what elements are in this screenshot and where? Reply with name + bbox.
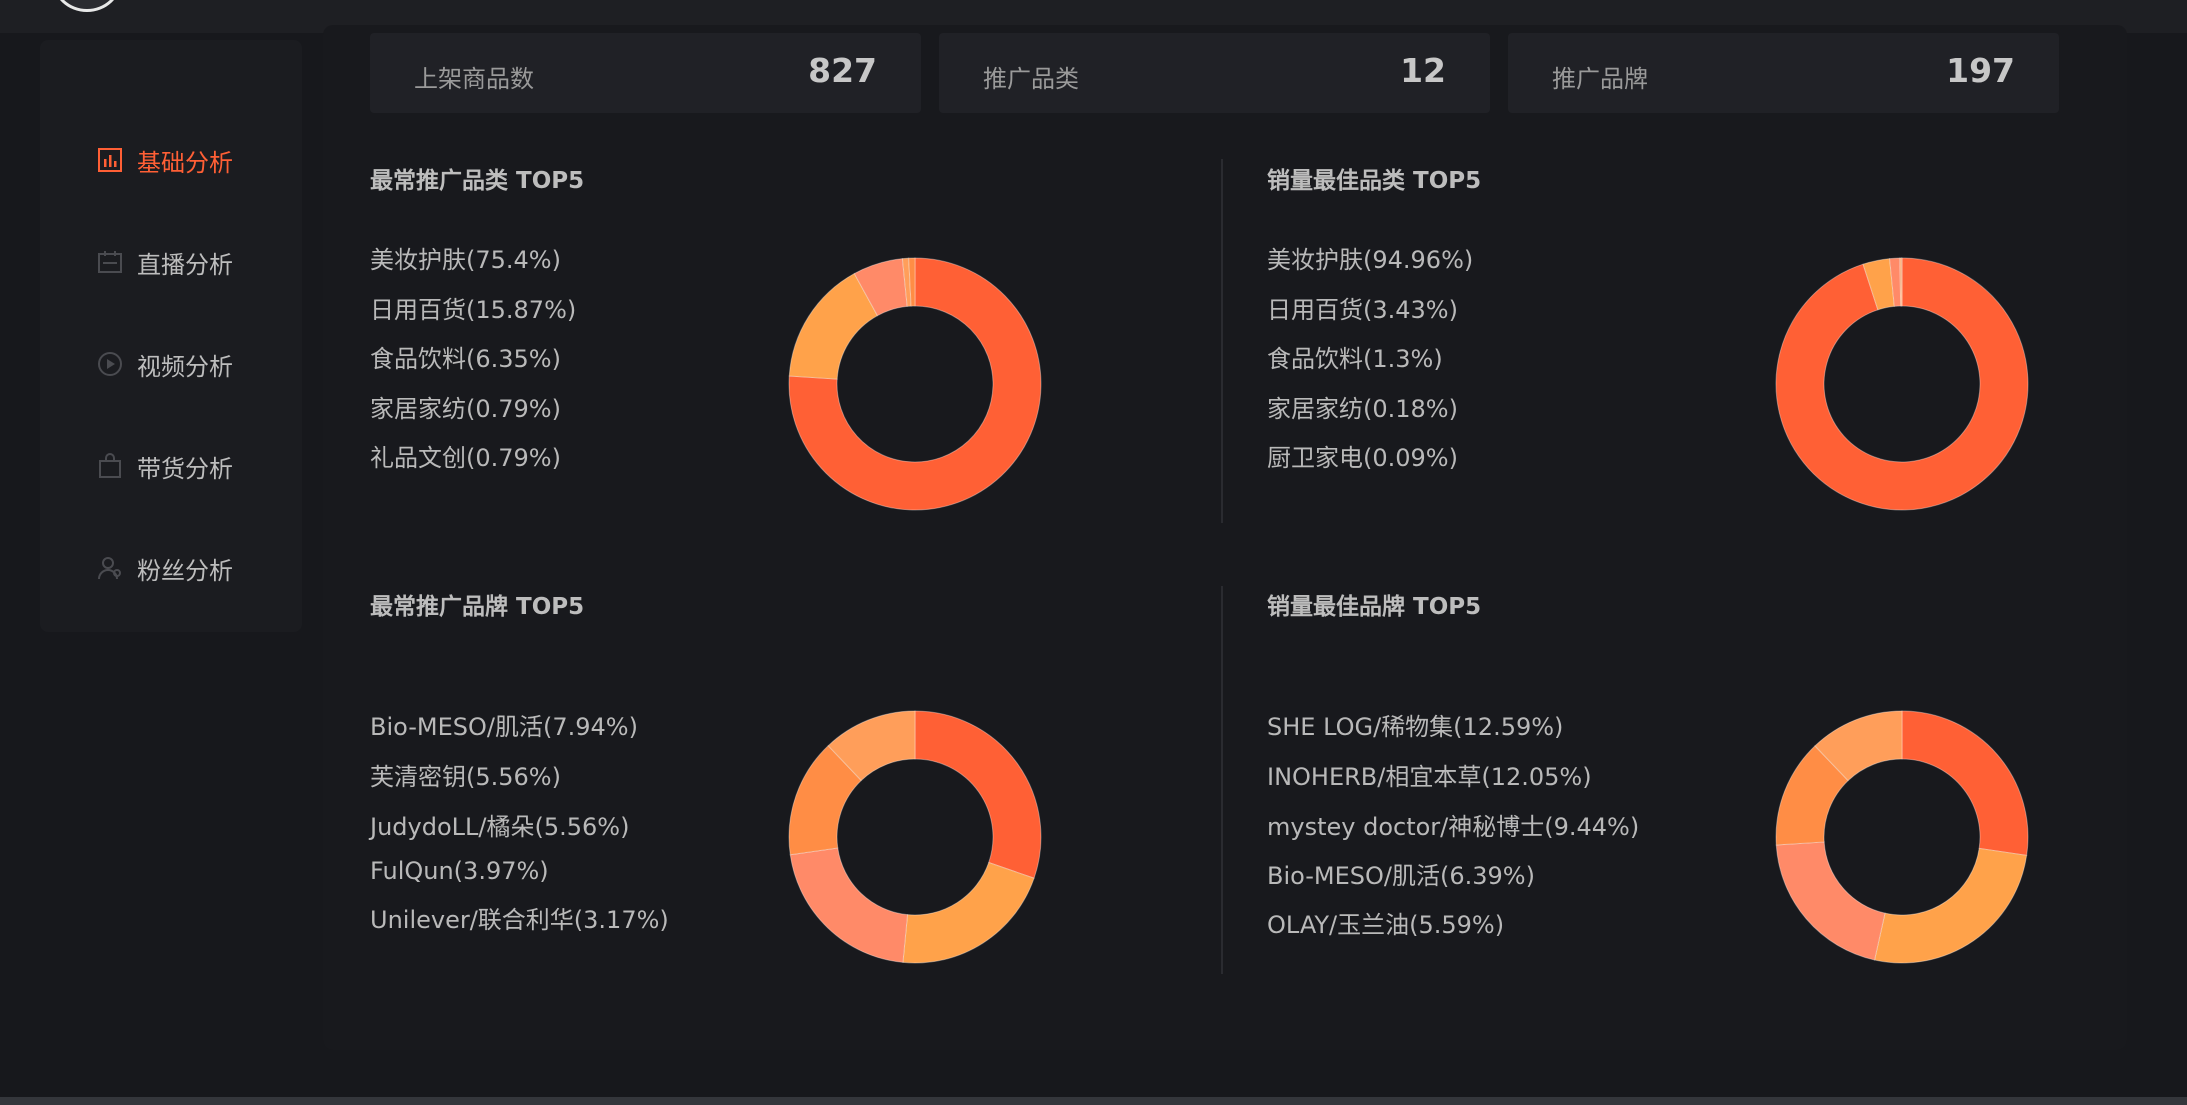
sidebar-item-label: 直播分析: [137, 250, 233, 279]
donut-slice-1[interactable]: [1873, 847, 2028, 964]
sidebar-item-basic-analysis[interactable]: 基础分析: [95, 138, 233, 182]
stat-card-listed-products: 上架商品数 827: [370, 33, 921, 113]
legend-item: FulQun(3.97%): [370, 857, 549, 885]
sidebar-item-label: 视频分析: [137, 352, 233, 381]
sidebar-item-label: 带货分析: [137, 454, 233, 483]
user-icon: [95, 553, 125, 583]
stat-value: 12: [1400, 51, 1446, 90]
play-circle-icon: [95, 349, 125, 379]
donut-slice-0[interactable]: [1901, 710, 2029, 856]
legend-item: 芙清密钥(5.56%): [370, 763, 561, 791]
bar-chart-icon: [95, 145, 125, 175]
sidebar-item-label: 粉丝分析: [137, 556, 233, 585]
live-calendar-icon: [95, 247, 125, 277]
legend-item: Bio-MESO/肌活(6.39%): [1267, 862, 1535, 890]
legend-item: 厨卫家电(0.09%): [1267, 444, 1458, 472]
legend-item: 家居家纺(0.79%): [370, 395, 561, 423]
legend-item: 礼品文创(0.79%): [370, 444, 561, 472]
donut-chart-promoted-brands: [788, 710, 1042, 964]
donut-slice-4[interactable]: [1900, 257, 1903, 307]
panel-title: 最常推广品类 TOP5: [370, 168, 585, 194]
legend-item: JudydoLL/橘朵(5.56%): [370, 813, 630, 841]
legend-item: OLAY/玉兰油(5.59%): [1267, 911, 1505, 939]
divider: [1221, 586, 1223, 974]
sidebar-item-video-analysis[interactable]: 视频分析: [95, 342, 233, 386]
panel-title: 销量最佳品牌 TOP5: [1267, 594, 1482, 620]
donut-chart-best-selling-brands: [1775, 710, 2029, 964]
avatar[interactable]: [52, 0, 122, 12]
donut-slice-1[interactable]: [902, 861, 1035, 964]
legend-item: 美妆护肤(75.4%): [370, 246, 561, 274]
panel-title: 销量最佳品类 TOP5: [1267, 168, 1482, 194]
sidebar: 基础分析 直播分析 视频分析 带货分析 粉丝分析: [40, 40, 302, 632]
panel-title: 最常推广品牌 TOP5: [370, 594, 585, 620]
legend-item: 美妆护肤(94.96%): [1267, 246, 1474, 274]
legend-item: SHE LOG/稀物集(12.59%): [1267, 713, 1564, 741]
sidebar-item-sales-analysis[interactable]: 带货分析: [95, 444, 233, 488]
stat-value: 827: [808, 51, 877, 90]
stat-label: 推广品类: [983, 65, 1079, 93]
legend-item: 食品饮料(1.3%): [1267, 345, 1443, 373]
donut-slice-2[interactable]: [1775, 841, 1886, 961]
legend-item: Bio-MESO/肌活(7.94%): [370, 713, 638, 741]
bottom-scrollbar-track[interactable]: [0, 1097, 2187, 1105]
donut-slice-2[interactable]: [789, 847, 909, 963]
legend-item: 家居家纺(0.18%): [1267, 395, 1458, 423]
shopping-bag-icon: [95, 451, 125, 481]
sidebar-item-label: 基础分析: [137, 148, 233, 177]
legend-item: INOHERB/相宜本草(12.05%): [1267, 763, 1592, 791]
sidebar-item-live-analysis[interactable]: 直播分析: [95, 240, 233, 284]
stat-card-promoted-categories: 推广品类 12: [939, 33, 1490, 113]
stat-label: 推广品牌: [1552, 65, 1648, 93]
legend-item: 日用百货(3.43%): [1267, 296, 1458, 324]
donut-chart-promoted-categories: [788, 257, 1042, 511]
donut-slice-0[interactable]: [914, 710, 1042, 879]
legend-item: 日用百货(15.87%): [370, 296, 577, 324]
main-content: 上架商品数 827 推广品类 12 推广品牌 197 最常推广品类 TOP5 美…: [323, 25, 2127, 1050]
divider: [1221, 159, 1223, 523]
stat-card-promoted-brands: 推广品牌 197: [1508, 33, 2059, 113]
legend-item: 食品饮料(6.35%): [370, 345, 561, 373]
sidebar-item-fans-analysis[interactable]: 粉丝分析: [95, 546, 233, 590]
legend-item: mystey doctor/神秘博士(9.44%): [1267, 813, 1640, 841]
stat-value: 197: [1946, 51, 2015, 90]
stat-label: 上架商品数: [414, 65, 534, 93]
donut-chart-best-selling-categories: [1775, 257, 2029, 511]
legend-item: Unilever/联合利华(3.17%): [370, 906, 669, 934]
